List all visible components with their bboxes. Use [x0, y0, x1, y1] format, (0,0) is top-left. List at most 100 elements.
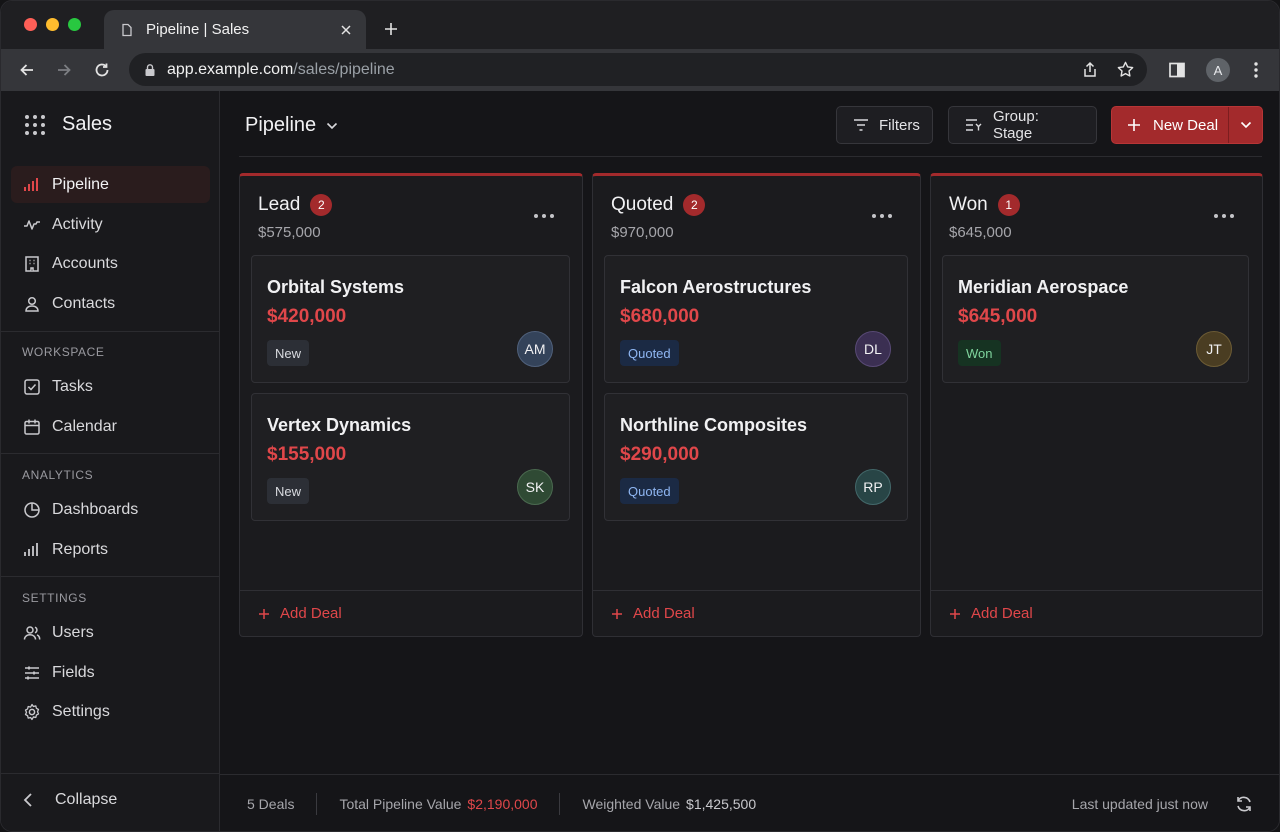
browser-toolbar: app.example.com/sales/pipeline	[1, 49, 1279, 91]
footer-divider	[316, 793, 318, 815]
weighted-value-label: Weighted Value	[582, 796, 681, 812]
browser-tab[interactable]: Pipeline | Sales	[104, 10, 366, 49]
add-deal-button[interactable]: Add Deal	[258, 605, 342, 622]
deal-count: 5 Deals	[247, 796, 295, 812]
pipeline-selector[interactable]: Pipeline	[245, 114, 338, 137]
browser-menu-icon[interactable]	[1245, 59, 1267, 81]
sidebar-item-accounts[interactable]: Accounts	[11, 245, 210, 282]
deal-card[interactable]: Meridian Aerospace $645,000 Won JT	[942, 255, 1249, 383]
add-deal-label: Add Deal	[971, 605, 1033, 622]
sidebar-item-fields[interactable]: Fields	[11, 654, 210, 691]
collapse-sidebar-button[interactable]: Collapse	[23, 791, 117, 809]
status-badge: New	[267, 478, 310, 504]
column-menu-icon[interactable]	[534, 214, 554, 220]
sidebar-item-label: Settings	[52, 702, 110, 720]
side-panel-icon[interactable]	[1166, 59, 1188, 81]
add-deal-label: Add Deal	[280, 605, 342, 622]
sidebar-item-activity[interactable]: Activity	[11, 206, 210, 243]
sidebar-item-reports[interactable]: Reports	[11, 531, 210, 568]
profile-avatar[interactable]: A	[1206, 58, 1230, 82]
filters-button[interactable]: Filters	[836, 106, 933, 144]
bookmark-star-icon[interactable]	[1116, 60, 1135, 79]
deal-card[interactable]: Vertex Dynamics $155,000 New SK	[251, 393, 570, 521]
new-deal-label: New Deal	[1153, 116, 1219, 134]
new-deal-menu-button[interactable]	[1228, 107, 1262, 143]
sidebar-item-contacts[interactable]: Contacts	[11, 285, 210, 322]
filters-label: Filters	[879, 116, 920, 134]
sidebar-item-label: Fields	[52, 663, 95, 681]
sidebar-divider	[1, 331, 219, 332]
maximize-window-button[interactable]	[68, 18, 81, 31]
bar-chart-icon	[23, 541, 41, 559]
sidebar-item-label: Accounts	[52, 254, 118, 272]
column-total: $970,000	[611, 224, 674, 241]
column-menu-icon[interactable]	[872, 214, 892, 220]
url-host: app.example.com	[167, 60, 294, 78]
gear-icon	[23, 703, 41, 721]
sidebar-item-settings[interactable]: Settings	[11, 693, 210, 730]
column-footer: Add Deal	[931, 590, 1262, 636]
group-by-label: Group: Stage	[993, 108, 1039, 142]
column-menu-icon[interactable]	[1214, 214, 1234, 220]
plus-icon	[949, 608, 961, 620]
deal-name: Vertex Dynamics	[267, 415, 412, 435]
add-deal-button[interactable]: Add Deal	[949, 605, 1033, 622]
new-deal-split-button: New Deal	[1111, 106, 1263, 144]
add-deal-button[interactable]: Add Deal	[611, 605, 695, 622]
status-badge: Won	[958, 340, 1001, 366]
brand[interactable]: Sales	[25, 113, 112, 136]
status-badge: New	[267, 340, 310, 366]
deal-card[interactable]: Northline Composites $290,000 Quoted RP	[604, 393, 908, 521]
avatar[interactable]: SK	[517, 469, 553, 505]
page-title: Pipeline	[245, 114, 317, 136]
sidebar-item-users[interactable]: Users	[11, 614, 210, 651]
new-deal-button[interactable]: New Deal	[1112, 107, 1228, 143]
back-icon[interactable]	[16, 59, 38, 81]
brand-name: Sales	[62, 113, 113, 135]
sidebar-item-dashboards[interactable]: Dashboards	[11, 491, 210, 528]
sidebar-item-calendar[interactable]: Calendar	[11, 408, 210, 445]
avatar[interactable]: JT	[1196, 331, 1232, 367]
close-tab-icon[interactable]	[338, 22, 354, 38]
collapse-label: Collapse	[55, 791, 118, 808]
column-total: $575,000	[258, 224, 321, 241]
last-updated: Last updated just now	[1071, 796, 1208, 812]
sidebar-divider	[1, 576, 219, 577]
header-divider	[239, 156, 1262, 157]
group-icon	[965, 118, 983, 132]
minimize-window-button[interactable]	[46, 18, 59, 31]
column-footer: Add Deal	[593, 590, 920, 636]
reload-icon[interactable]	[91, 59, 113, 81]
sidebar-item-label: Dashboards	[52, 500, 139, 518]
new-tab-icon[interactable]	[381, 19, 401, 39]
url-path: /sales/pipeline	[293, 60, 395, 78]
sidebar-divider	[1, 453, 219, 454]
avatar[interactable]: RP	[855, 469, 891, 505]
deal-amount: $290,000	[620, 444, 700, 465]
deal-name: Falcon Aerostructures	[620, 277, 812, 297]
sidebar-item-label: Reports	[52, 540, 109, 558]
deal-amount: $645,000	[958, 306, 1038, 327]
sidebar-item-label: Activity	[52, 215, 103, 233]
refresh-icon[interactable]	[1234, 794, 1254, 814]
tab-strip: Pipeline | Sales	[1, 1, 1279, 49]
group-by-button[interactable]: Group: Stage	[948, 106, 1097, 144]
column-footer: Add Deal	[240, 590, 582, 636]
sidebar-item-tasks[interactable]: Tasks	[11, 368, 210, 405]
sidebar-item-label: Tasks	[52, 377, 93, 395]
deal-card[interactable]: Orbital Systems $420,000 New AM	[251, 255, 570, 383]
share-icon[interactable]	[1081, 61, 1099, 79]
column-title: Quoted	[611, 194, 674, 215]
sidebar-item-label: Calendar	[52, 417, 117, 435]
avatar[interactable]: DL	[855, 331, 891, 367]
app-grid-icon	[25, 114, 45, 135]
deal-card[interactable]: Falcon Aerostructures $680,000 Quoted DL	[604, 255, 908, 383]
deal-name: Orbital Systems	[267, 277, 405, 297]
forward-icon[interactable]	[53, 59, 75, 81]
close-window-button[interactable]	[24, 18, 37, 31]
plus-icon	[1127, 118, 1141, 132]
section-title-analytics: ANALYTICS	[22, 468, 94, 482]
avatar[interactable]: AM	[517, 331, 553, 367]
address-bar[interactable]: app.example.com/sales/pipeline	[129, 53, 1147, 86]
sidebar-item-pipeline[interactable]: Pipeline	[11, 166, 210, 203]
